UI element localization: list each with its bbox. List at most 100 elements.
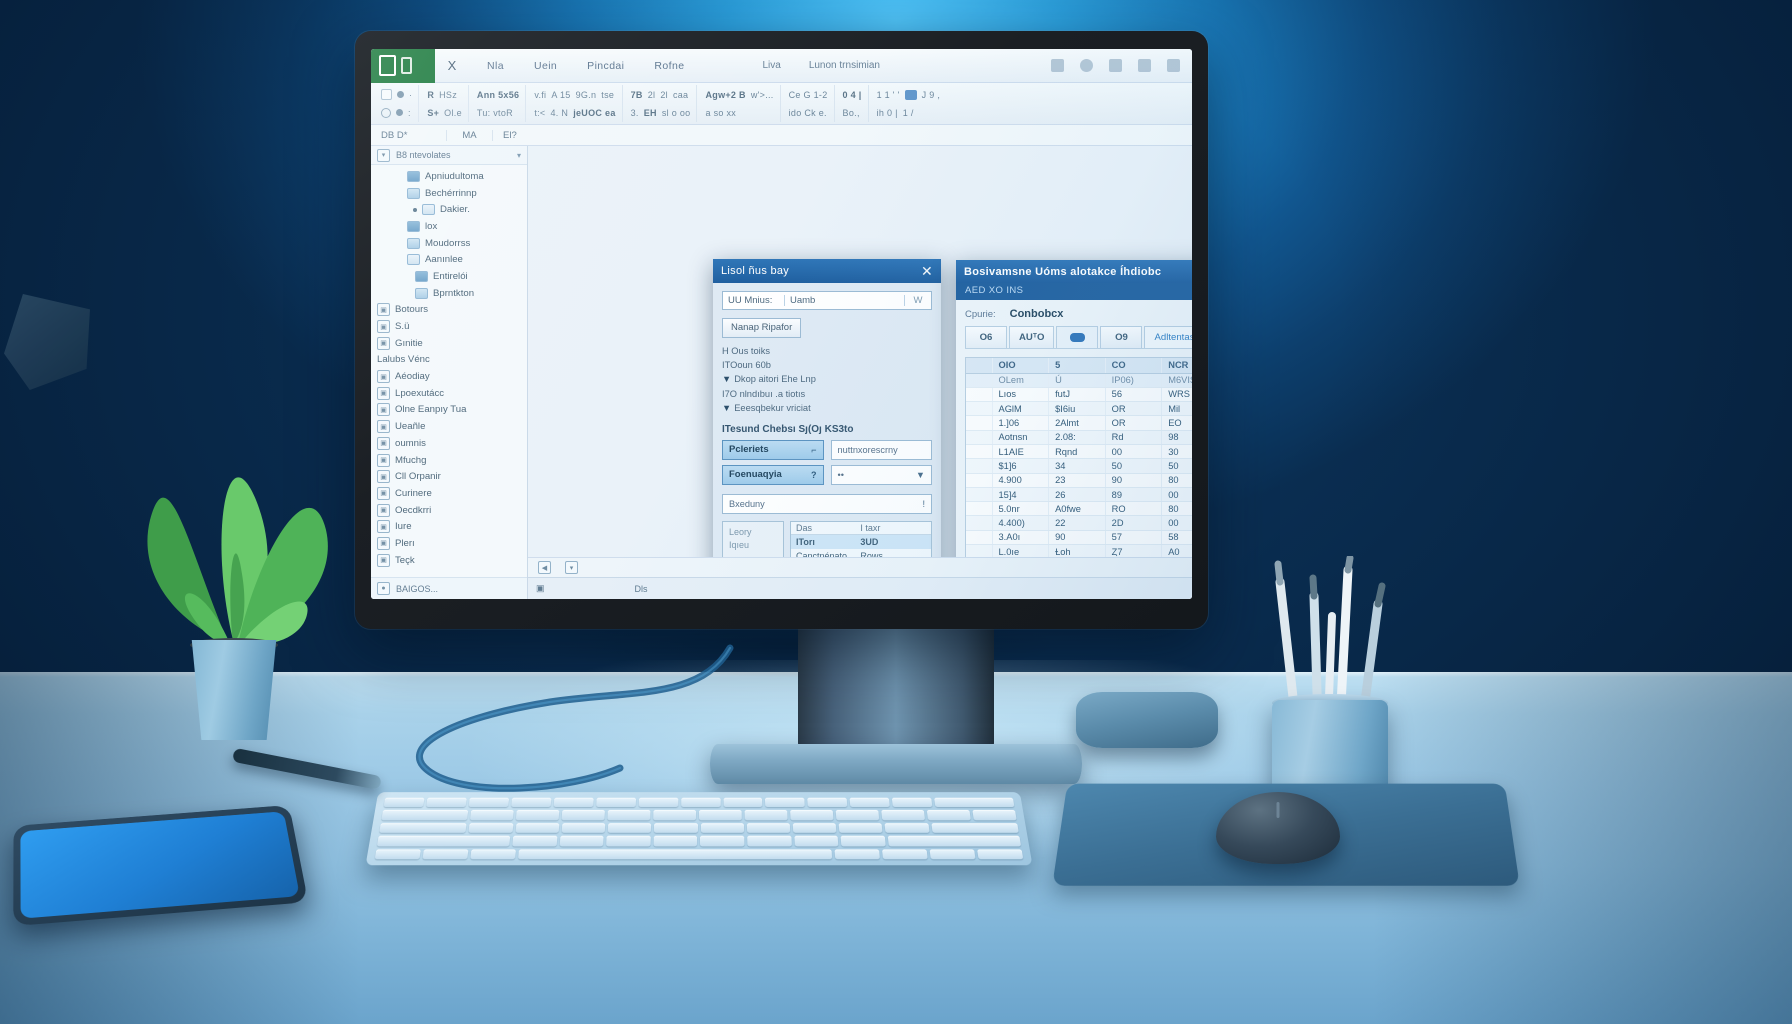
sidebar-item-22[interactable]: ▣ Plerı [371, 535, 527, 552]
key[interactable] [744, 810, 788, 821]
table-cell[interactable]: 4.400) [992, 515, 1050, 531]
table-cell[interactable]: 90 [1048, 530, 1106, 546]
table-cell[interactable]: 15]4 [992, 487, 1050, 503]
table-cell[interactable]: 34 [1048, 458, 1106, 474]
sidebar-item-4[interactable]: Moudorrss [371, 235, 527, 252]
ribbon-label-1c[interactable]: S+ [427, 108, 439, 118]
sidebar-footer[interactable]: ● BAIGOS... [371, 577, 527, 599]
table-cell[interactable]: 90 [1105, 473, 1163, 488]
table-cell[interactable]: $1]6 [992, 458, 1050, 474]
key[interactable] [699, 810, 742, 821]
table-cell[interactable]: 4.900 [992, 473, 1050, 488]
table-cell[interactable] [966, 515, 993, 531]
ribbon-label-3c[interactable]: 9G.n [576, 90, 597, 100]
key[interactable] [515, 823, 560, 834]
table-row[interactable]: L1AIERqnd0030200 [966, 444, 1192, 460]
sidebar-header[interactable]: ▾ B8 ntevolates ▾ [371, 146, 527, 165]
table-cell[interactable]: AGlM [992, 401, 1050, 417]
sidebar-item-18[interactable]: ▣ Cll Orpanir [371, 468, 527, 485]
search-input[interactable]: Bxeduny ! [722, 493, 932, 514]
ribbon-label-4b[interactable]: 2l [648, 90, 656, 100]
close-icon[interactable]: X [435, 58, 469, 73]
table-cell[interactable]: Rqnd [1048, 444, 1106, 460]
table-cell[interactable]: 2.08: [1048, 430, 1106, 445]
sidebar-item-11[interactable]: Lalubs Vénc [371, 352, 527, 369]
table-cell[interactable]: 80 [1161, 473, 1192, 488]
sidebar-item-0[interactable]: Apniudultoma [371, 168, 527, 185]
table-cell[interactable]: 2Almt [1048, 415, 1106, 431]
dialog-right-tab-2[interactable] [1056, 326, 1099, 348]
ribbon-label-7b[interactable]: Bo., [843, 108, 860, 118]
key[interactable] [790, 810, 834, 821]
table-cell[interactable] [966, 387, 993, 403]
sidebar-item-5[interactable]: Aanınlee [371, 251, 527, 268]
units-field[interactable]: UU Mnius: Uamb W [722, 291, 932, 310]
worksheet-area[interactable]: Lisol ñus bay ✕ UU Mnius: Uamb W Nanap R… [528, 146, 1192, 599]
key[interactable] [835, 810, 880, 821]
ribbon-label-3a[interactable]: v.fi [534, 90, 546, 100]
circle-icon[interactable] [381, 107, 391, 118]
key[interactable] [607, 810, 651, 821]
record-icon[interactable]: ● [377, 582, 390, 595]
key[interactable] [934, 797, 1015, 808]
key[interactable] [887, 835, 1022, 847]
key[interactable] [607, 823, 652, 834]
key[interactable] [892, 797, 933, 808]
table-cell[interactable]: futJ [1048, 387, 1106, 403]
table-cell[interactable]: Mil [1161, 401, 1192, 417]
table-cell[interactable]: Lıos [992, 387, 1050, 403]
key[interactable] [379, 823, 468, 834]
table-cell[interactable] [966, 458, 993, 474]
key[interactable] [515, 810, 560, 821]
sidebar-item-13[interactable]: ▣ Lpoexutácc [371, 385, 527, 402]
table-cell[interactable] [966, 473, 993, 488]
ribbon-label-2a[interactable]: Ann 5x56 [477, 90, 519, 100]
key[interactable] [561, 823, 606, 834]
table-row[interactable]: 4.900239080902 [966, 473, 1192, 488]
key[interactable] [653, 835, 698, 847]
table-cell[interactable]: 00 [1161, 515, 1192, 531]
table-cell[interactable]: 22 [1048, 515, 1106, 531]
key[interactable] [469, 810, 514, 821]
column-header-4[interactable]: NCR [1161, 358, 1192, 374]
ribbon-swatch-icon[interactable] [904, 89, 917, 100]
record-nav-icon[interactable]: ◀ [538, 561, 551, 574]
select-properties-caret-icon[interactable]: ⌐ [811, 445, 816, 455]
titlebar-mid-0[interactable]: Liva [762, 60, 780, 71]
ribbon-label-3b[interactable]: A 15 [551, 90, 570, 100]
units-value[interactable]: Uamb [785, 295, 905, 306]
column-header-2[interactable]: 5 [1048, 358, 1106, 374]
sidebar-item-3[interactable]: lox [371, 218, 527, 235]
table-cell[interactable]: $I6iu [1048, 401, 1106, 417]
ribbon-label-8a[interactable]: 1 1 ' ' [877, 90, 900, 100]
sheet-tab-strip[interactable]: ◀ ▾ [528, 557, 1192, 577]
key[interactable] [930, 823, 1019, 834]
sidebar-item-23[interactable]: ▣ Teçk [371, 552, 527, 569]
sidebar-item-10[interactable]: ▣ Gınitie [371, 335, 527, 352]
funnel-icon[interactable]: ▾ [377, 148, 390, 162]
manage-report-button[interactable]: Nanap Ripafor [722, 317, 802, 338]
funnel-icon[interactable]: ▾ [565, 561, 578, 574]
table-cell[interactable] [966, 501, 993, 517]
select-formula-caret-icon[interactable]: ? [811, 470, 817, 480]
ribbon-label-2b[interactable]: Tu: vtoR [477, 108, 513, 118]
key[interactable] [929, 849, 976, 860]
sidebar-item-12[interactable]: ▣ Aéodiay [371, 368, 527, 385]
table-cell[interactable] [966, 487, 993, 503]
table-cell[interactable]: OR [1105, 415, 1163, 431]
key[interactable] [794, 835, 839, 847]
spacebar-key[interactable] [518, 849, 832, 860]
table-cell[interactable]: 3.A0ı [992, 530, 1050, 546]
table-cell[interactable]: 57 [1105, 530, 1163, 546]
ribbon-label-3g[interactable]: jeUOC ea [573, 108, 615, 118]
table-cell[interactable] [966, 530, 993, 546]
ribbon-label-3f[interactable]: 4. N [550, 108, 568, 118]
key[interactable] [838, 823, 883, 834]
select-properties[interactable]: Pcleriets ⌐ [722, 439, 824, 460]
chevron-down-icon[interactable]: ▼ [916, 470, 925, 480]
table-cell[interactable] [966, 430, 993, 445]
key[interactable] [977, 849, 1024, 860]
key[interactable] [374, 849, 422, 860]
caret-icon[interactable]: ▼ [722, 403, 731, 413]
table-cell[interactable]: 23 [1048, 473, 1106, 488]
